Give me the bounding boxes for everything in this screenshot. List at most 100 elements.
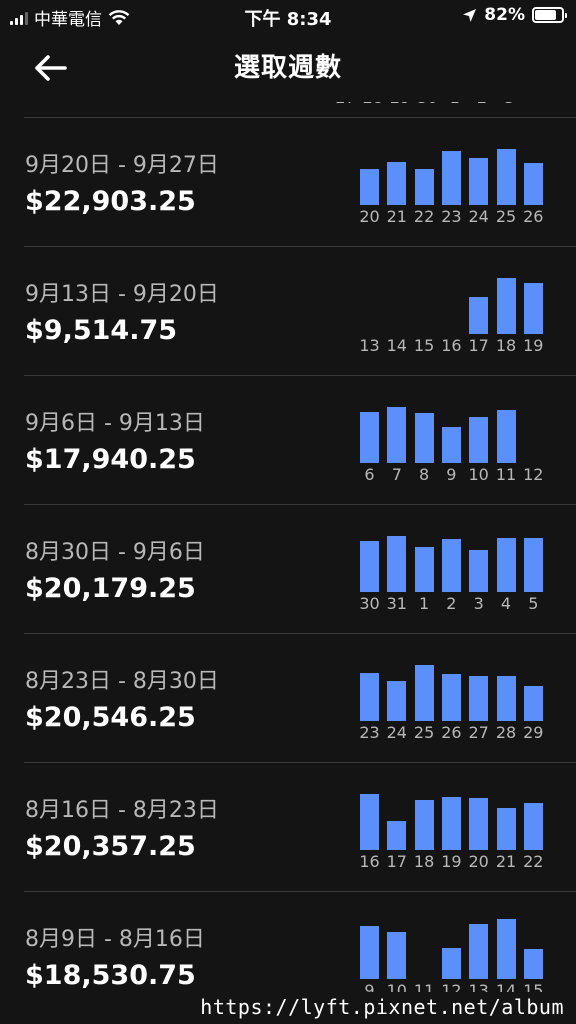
- chart-bar: [469, 297, 489, 334]
- chart-bar: [469, 417, 489, 463]
- week-date-range: 8月23日 - 8月30日: [25, 669, 219, 694]
- chart-day-column: 26: [523, 118, 551, 247]
- daily-earnings-mini-chart: 6 7 8 9 10 11 12: [360, 376, 550, 505]
- chart-bar: [523, 283, 543, 334]
- chart-day-column: 17: [469, 247, 496, 376]
- chart-day-column: 17: [387, 763, 414, 892]
- week-earnings-total: $9,514.75: [25, 315, 178, 346]
- week-date-range: 8月9日 - 8月16日: [25, 927, 205, 952]
- chart-day-column: 1: [414, 505, 442, 634]
- chart-day-column: 16: [359, 763, 387, 892]
- chart-day-column: 28: [496, 634, 524, 763]
- chart-day-column: 7: [387, 376, 414, 505]
- chart-day-label: 23: [359, 723, 380, 742]
- chart-day-label: 19: [523, 336, 544, 355]
- chart-day-column: 23: [359, 634, 387, 763]
- battery-fill: [535, 10, 557, 20]
- chart-day-label: 8: [419, 465, 430, 484]
- chart-day-column: 2: [441, 505, 469, 634]
- chart-bar: [469, 550, 489, 592]
- week-earnings-total: $17,940.25: [25, 444, 196, 475]
- chart-bar: [360, 541, 379, 592]
- chart-day-column: 4: [496, 505, 524, 634]
- chart-day-label: 14: [386, 336, 407, 355]
- chart-day-column: 14: [387, 247, 414, 376]
- chart-bar: [496, 538, 516, 592]
- chart-day-column: 10: [469, 376, 496, 505]
- chart-day-label: 24: [386, 723, 407, 742]
- chart-day-column: 20: [469, 763, 496, 892]
- status-right: 82%: [462, 5, 567, 25]
- chart-day-label: 18: [413, 852, 435, 871]
- chart-bar: [523, 163, 543, 205]
- chart-day-label: 1: [441, 102, 468, 107]
- week-earnings-total: $18,530.75: [25, 960, 196, 991]
- chart-bar: [469, 157, 489, 205]
- week-date-range: 8月16日 - 8月23日: [25, 798, 219, 823]
- chart-day-column: 16: [441, 247, 469, 376]
- chart-day-label: 16: [441, 336, 462, 355]
- chart-bar: [360, 169, 379, 205]
- week-list[interactable]: 27282930123 9月20日 - 9月27日$22,903.2520212…: [0, 102, 576, 1024]
- week-row[interactable]: 9月13日 - 9月20日 $9,514.75 13 14 15 16 17 18 19: [24, 246, 576, 375]
- week-date-range: 9月6日 - 9月13日: [25, 411, 205, 436]
- daily-earnings-mini-chart: 30 31 1 2 3 4 5: [359, 505, 550, 634]
- chart-bar: [496, 410, 516, 463]
- chart-day-label: 9: [446, 465, 457, 484]
- week-date-range: 9月13日 - 9月20日: [25, 282, 219, 307]
- partial-week-day-labels: 27282930123: [335, 102, 526, 108]
- chart-day-column: 3: [469, 505, 496, 634]
- chart-bar: [441, 797, 461, 850]
- chart-day-column: 26: [441, 634, 469, 763]
- chart-day-label: 29: [523, 723, 544, 742]
- week-date-range: 8月30日 - 9月6日: [25, 540, 205, 565]
- chart-day-label: 21: [495, 852, 517, 871]
- chart-day-label: 25: [495, 207, 517, 226]
- chart-bar: [387, 821, 407, 850]
- chart-day-column: 23: [441, 118, 469, 247]
- chart-day-label: 3: [473, 594, 484, 613]
- chart-bar: [496, 277, 516, 334]
- chart-day-label: 11: [495, 465, 517, 484]
- chart-day-label: 25: [413, 723, 435, 742]
- chart-day-label: 2: [446, 594, 457, 613]
- chart-day-label: 24: [468, 207, 489, 226]
- chart-day-column: 19: [523, 247, 551, 376]
- daily-earnings-mini-chart: 16 17 18 19 20 21 22: [359, 763, 551, 892]
- chart-day-label: 17: [468, 336, 489, 355]
- chart-bar: [496, 148, 516, 205]
- chart-bar: [441, 673, 461, 721]
- week-row[interactable]: 9月20日 - 9月27日 $22,903.25 20 21 22 23 24 25 26: [24, 117, 576, 246]
- week-row[interactable]: 8月30日 - 9月6日 $20,179.25 30 31 1 2 3 4 5: [24, 504, 576, 633]
- week-row[interactable]: 9月6日 - 9月13日 $17,940.25 6 7 8 9 10 11 12: [24, 375, 576, 504]
- chart-day-column: 21: [496, 763, 524, 892]
- chart-bar: [441, 427, 461, 463]
- daily-earnings-mini-chart: 23 24 25 26 27 28 29: [359, 634, 550, 763]
- chart-day-label: 26: [441, 723, 462, 742]
- chart-bar: [387, 406, 407, 463]
- watermark: https://lyft.pixnet.net/album: [0, 992, 576, 1024]
- chart-day-label: 4: [500, 594, 512, 613]
- navigation-bar: 選取週數: [0, 32, 576, 102]
- chart-bar: [441, 151, 461, 205]
- chart-day-label: 23: [441, 207, 462, 226]
- week-row[interactable]: 8月23日 - 8月30日 $20,546.25 23 24 25 26 27 28 29: [24, 633, 576, 762]
- chart-day-column: 19: [441, 763, 469, 892]
- chart-day-column: 22: [523, 763, 551, 892]
- chart-day-column: 30: [359, 505, 387, 634]
- chart-bar: [496, 675, 516, 721]
- chart-bar: [360, 412, 379, 463]
- location-arrow-icon: [463, 8, 477, 22]
- chart-day-column: 9: [441, 376, 469, 505]
- week-earnings-total: $20,357.25: [25, 831, 196, 862]
- chart-bar: [360, 926, 379, 979]
- week-row[interactable]: 8月16日 - 8月23日 $20,357.25 16 17 18 19 20 21 22: [24, 762, 576, 891]
- chart-bar: [360, 672, 379, 721]
- chart-bar: [387, 162, 407, 205]
- chart-bar: [469, 923, 489, 979]
- chart-day-label: 7: [391, 465, 402, 484]
- chart-bar: [414, 800, 434, 850]
- chart-bar: [360, 793, 379, 850]
- chart-day-column: 12: [523, 376, 551, 505]
- page-title: 選取週數: [233, 53, 342, 83]
